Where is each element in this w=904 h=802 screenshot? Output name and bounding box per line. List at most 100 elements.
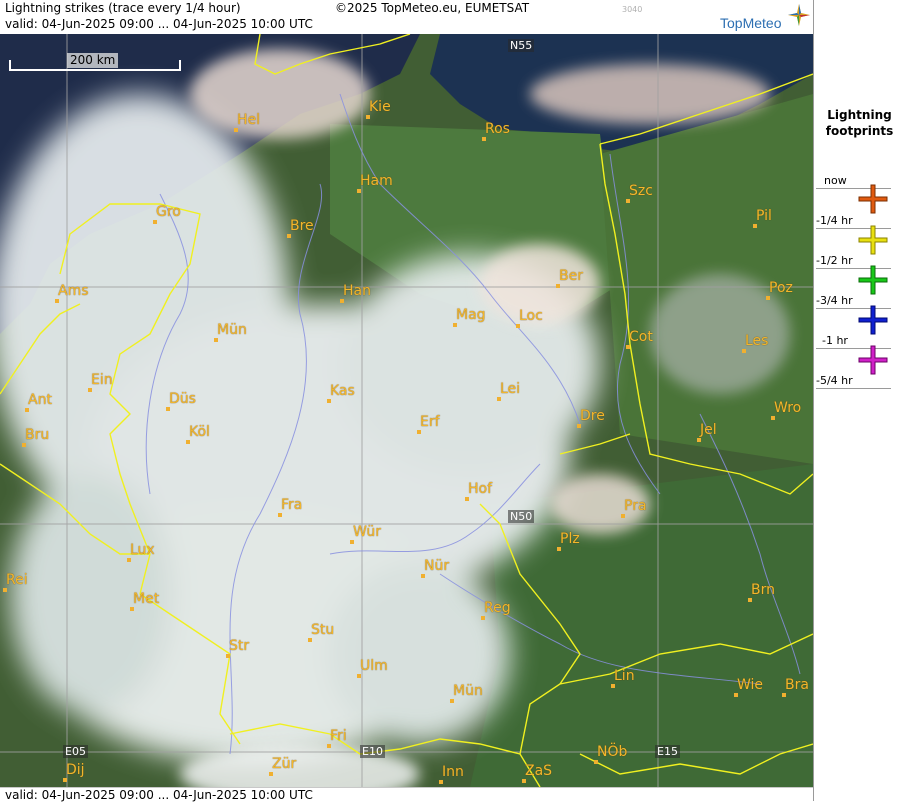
city-dot: [25, 408, 29, 412]
city-dot: [327, 744, 331, 748]
grid-label-n55: N55: [508, 39, 535, 52]
scale-bar-line: [9, 69, 181, 71]
city-label: Ber: [559, 268, 583, 284]
grid-label-n50: N50: [508, 510, 535, 523]
city-label: Kie: [369, 99, 391, 115]
city-dot: [186, 440, 190, 444]
legend-item-three-quarter: -3/4 hr: [814, 290, 904, 335]
city-dot: [766, 296, 770, 300]
map-background: [0, 34, 813, 787]
city-label: Düs: [169, 391, 196, 407]
topmeteo-logo[interactable]: TopMeteo: [720, 4, 810, 32]
city-label: Bru: [25, 427, 50, 443]
city-dot: [748, 598, 752, 602]
city-dot: [453, 323, 457, 327]
city-dot: [357, 189, 361, 193]
city-dot: [269, 772, 273, 776]
grid-label-e10: E10: [360, 745, 385, 758]
map-title: Lightning strikes (trace every 1/4 hour): [5, 1, 241, 15]
city-label: Mün: [453, 683, 483, 699]
city-dot: [611, 684, 615, 688]
legend-item-half: -1/2 hr: [814, 250, 904, 295]
footer-bar: valid: 04-Jun-2025 09:00 ... 04-Jun-2025…: [0, 787, 813, 802]
legend-item-five-quarter: -5/4 hr: [814, 370, 904, 410]
city-dot: [278, 513, 282, 517]
city-label: Brn: [751, 582, 775, 598]
city-dot: [55, 299, 59, 303]
compass-star-icon: [788, 4, 810, 26]
city-label: Mün: [217, 322, 247, 338]
legend-item-label: -1 hr: [822, 334, 848, 347]
city-dot: [439, 780, 443, 784]
city-label: Les: [745, 333, 769, 349]
city-dot: [753, 224, 757, 228]
city-label: Mag: [456, 307, 486, 323]
city-label: Szc: [629, 183, 653, 199]
legend-item-label: -1/2 hr: [816, 254, 853, 267]
scale-bar: 200 km: [9, 53, 181, 72]
legend-item-label: now: [824, 174, 847, 187]
city-dot: [166, 407, 170, 411]
city-dot: [697, 438, 701, 442]
city-label: Bre: [290, 218, 314, 234]
legend-item-label: -5/4 hr: [816, 374, 853, 387]
city-dot: [287, 234, 291, 238]
city-label: Han: [343, 283, 371, 299]
city-dot: [481, 616, 485, 620]
city-dot: [417, 430, 421, 434]
legend-title: Lightning footprints: [814, 107, 904, 139]
satellite-map[interactable]: 200 km N55 N50 E05 E10 E15 Hel Kie Ros H…: [0, 34, 813, 787]
city-dot: [626, 345, 630, 349]
logo-text: TopMeteo: [720, 15, 782, 31]
city-dot: [497, 397, 501, 401]
city-dot: [3, 588, 7, 592]
city-label: Zür: [272, 756, 297, 772]
city-label: Wür: [353, 524, 381, 540]
city-dot: [327, 399, 331, 403]
city-label: Cot: [629, 329, 653, 345]
city-dot: [782, 693, 786, 697]
legend-item-label: -1/4 hr: [816, 214, 853, 227]
city-dot: [516, 324, 520, 328]
city-label: Fra: [281, 497, 303, 513]
city-label: Loc: [519, 308, 543, 324]
city-label: Reg: [484, 600, 511, 616]
legend-item-now: now: [814, 170, 904, 214]
legend-divider: [816, 388, 891, 389]
city-dot: [482, 137, 486, 141]
city-label: Fri: [330, 728, 347, 744]
city-label: Wro: [774, 400, 802, 416]
city-label: Gro: [156, 204, 181, 220]
legend-panel: Lightning footprints now -1/4 hr -1/2 hr…: [813, 0, 904, 801]
city-label: Lei: [500, 381, 521, 397]
city-dot: [450, 699, 454, 703]
city-label: Str: [229, 638, 250, 654]
city-label: Inn: [442, 764, 464, 780]
city-label: Ros: [485, 121, 510, 137]
city-label: Hof: [468, 481, 493, 497]
city-dot: [127, 558, 131, 562]
city-label: NÖb: [597, 744, 628, 760]
city-dot: [63, 778, 67, 782]
city-dot: [557, 547, 561, 551]
city-label: Kas: [330, 383, 355, 399]
footer-valid-time-range: valid: 04-Jun-2025 09:00 ... 04-Jun-2025…: [5, 788, 313, 802]
city-label: Ams: [58, 283, 89, 299]
scale-label: 200 km: [67, 53, 119, 68]
city-dot: [465, 497, 469, 501]
city-label: ZaS: [525, 763, 553, 779]
city-dot: [522, 779, 526, 783]
city-label: Poz: [769, 280, 793, 296]
city-label: Dre: [580, 408, 605, 424]
city-label: Lux: [130, 542, 155, 558]
city-label: Nür: [424, 558, 450, 574]
grid-label-e15: E15: [655, 745, 680, 758]
city-label: Bra: [785, 677, 809, 693]
legend-item-label: -3/4 hr: [816, 294, 853, 307]
scale-bar-tick-right: [179, 60, 181, 71]
city-dot: [350, 540, 354, 544]
header-bar: Lightning strikes (trace every 1/4 hour)…: [0, 0, 813, 35]
legend-title-line1: Lightning: [827, 108, 892, 122]
legend-item-one-hour: -1 hr: [814, 330, 904, 375]
legend-item-quarter: -1/4 hr: [814, 210, 904, 255]
